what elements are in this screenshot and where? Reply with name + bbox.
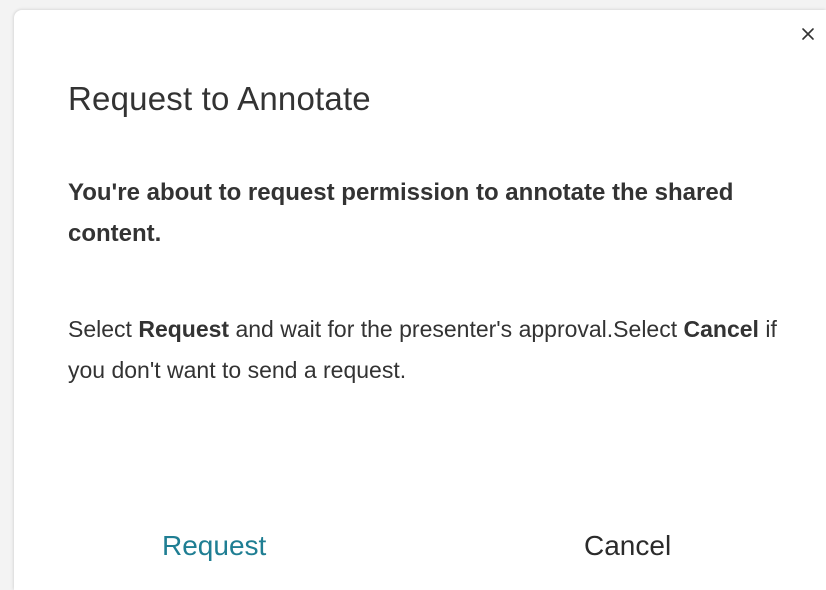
body-request-emphasis: Request — [138, 316, 230, 342]
dialog-body-text: Select Request and wait for the presente… — [68, 309, 788, 391]
body-cancel-emphasis: Cancel — [683, 316, 759, 342]
dialog-headline: You're about to request permission to an… — [68, 179, 734, 247]
cancel-button[interactable]: Cancel — [584, 530, 671, 562]
close-icon — [802, 28, 814, 40]
request-button[interactable]: Request — [162, 530, 266, 562]
request-to-annotate-dialog: Request to Annotate You're about to requ… — [14, 10, 826, 590]
close-button[interactable] — [796, 22, 820, 46]
body-text-part2: and wait for the presenter's approval.Se… — [229, 316, 684, 342]
dialog-title: Request to Annotate — [68, 80, 371, 117]
body-text-part1: Select — [68, 316, 139, 342]
